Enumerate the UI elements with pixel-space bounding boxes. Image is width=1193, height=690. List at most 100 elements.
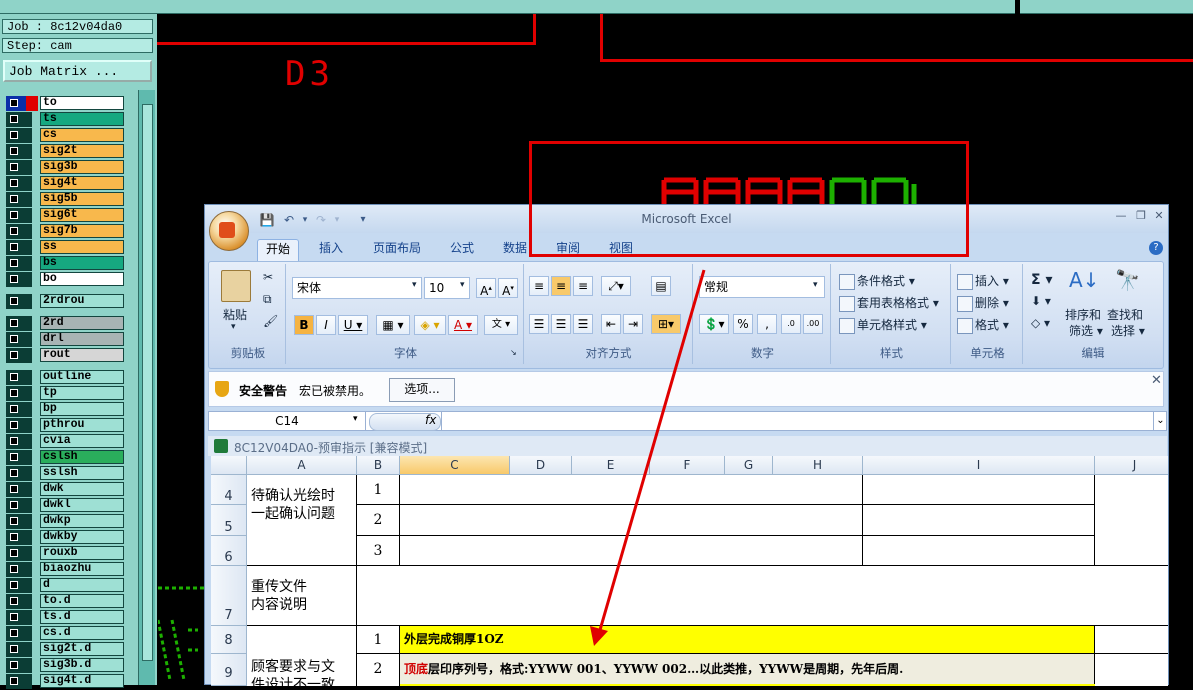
layer-row[interactable]: d [6,578,124,594]
cell-c8[interactable]: 外层完成铜厚1OZ [400,626,1095,654]
name-box-dropdown-icon[interactable]: ▾ [353,414,358,424]
layer-toggle-checkbox[interactable] [6,208,32,223]
layer-name[interactable]: ss [40,240,124,254]
layer-toggle-checkbox[interactable] [6,294,32,309]
align-left-icon[interactable]: ☰ [529,314,549,334]
font-dialog-launcher-icon[interactable]: ↘ [510,348,517,357]
layer-toggle-checkbox[interactable] [6,674,32,689]
select-all-corner[interactable] [211,456,247,475]
borders-icon[interactable]: ▦ ▾ [376,315,410,335]
cell-i5[interactable] [863,505,1095,536]
layer-row[interactable]: bo [6,272,124,288]
layer-row[interactable]: cs [6,128,124,144]
column-header-a[interactable]: A [247,456,357,475]
customize-toolbar-icon[interactable]: ▾ [355,212,371,228]
layer-toggle-checkbox[interactable] [6,610,32,625]
close-icon[interactable]: ✕ [1151,209,1167,223]
layer-toggle-checkbox[interactable] [6,240,32,255]
layer-name[interactable]: 2rd [40,316,124,330]
row-header-7[interactable]: 7 [211,566,247,626]
layer-row[interactable]: ts [6,112,124,128]
italic-icon[interactable]: I [316,315,336,335]
layer-scrollbar[interactable] [138,90,155,685]
merge-center-icon[interactable]: ⊞▾ [651,314,681,334]
find-select-label-1[interactable]: 查找和 [1107,306,1143,323]
redo-dropdown-icon[interactable]: ▾ [329,212,345,228]
phonetic-icon[interactable]: 文 ▾ [484,315,518,335]
layer-row[interactable]: sig4t.d [6,674,124,690]
layer-toggle-checkbox[interactable] [6,658,32,673]
layer-toggle-checkbox[interactable] [6,348,32,363]
cell-c5[interactable] [400,505,863,536]
layer-name[interactable]: pthrou [40,418,124,432]
column-header-c[interactable]: C [400,456,510,475]
layer-toggle-checkbox[interactable] [6,498,32,513]
layer-name[interactable]: ts.d [40,610,124,624]
layer-row[interactable]: ts.d [6,610,124,626]
layer-row[interactable]: bp [6,402,124,418]
layer-name[interactable]: sig5b [40,192,124,206]
layer-name[interactable]: sslsh [40,466,124,480]
layer-toggle-checkbox[interactable] [6,482,32,497]
layer-name[interactable]: cs [40,128,124,142]
layer-toggle-checkbox[interactable] [6,434,32,449]
layer-row[interactable]: cs.d [6,626,124,642]
layer-row[interactable]: rout [6,348,124,364]
layer-row[interactable]: 2rdrou [6,294,124,310]
bold-icon[interactable]: B [294,315,314,335]
column-header-i[interactable]: I [863,456,1095,475]
cell-b7[interactable] [357,566,1168,626]
align-middle-icon[interactable]: ≡ [551,276,571,296]
cell-c9[interactable]: 顶底层印序列号，格式:YYWW 001、YYWW 002…以此类推，YYWW是周… [400,654,1095,686]
layer-toggle-checkbox[interactable] [6,272,32,287]
layer-toggle-checkbox[interactable] [6,128,32,143]
row-header-5[interactable]: 5 [211,505,247,536]
insert-function-icon[interactable]: fx [425,413,436,427]
cut-icon[interactable]: ✂ [263,270,273,284]
layer-row[interactable]: dwkby [6,530,124,546]
cell-j4[interactable] [1095,475,1168,566]
layer-name[interactable]: 2rdrou [40,294,124,308]
layer-row[interactable]: to.d [6,594,124,610]
layer-toggle-checkbox[interactable] [6,402,32,417]
number-format-select[interactable]: 常规 [699,276,825,298]
layer-row[interactable]: sig2t [6,144,124,160]
layer-toggle-checkbox[interactable] [6,514,32,529]
layer-name[interactable]: sig4t.d [40,674,124,688]
layer-name[interactable]: to [40,96,124,110]
clear-icon[interactable]: ◇ ▾ [1031,316,1050,330]
cell-c4[interactable] [400,475,863,505]
layer-toggle-checkbox[interactable] [6,160,32,175]
column-header-g[interactable]: G [725,456,773,475]
row-header-9[interactable]: 9 [211,654,247,686]
layer-name[interactable]: bp [40,402,124,416]
decrease-indent-icon[interactable]: ⇤ [601,314,621,334]
layer-row[interactable]: ss [6,240,124,256]
layer-name[interactable]: dwkby [40,530,124,544]
delete-cells-button[interactable]: 删除 ▾ [957,294,1009,312]
layer-row[interactable]: biaozhu [6,562,124,578]
layer-row[interactable]: sig2t.d [6,642,124,658]
paste-button[interactable]: 粘贴 [223,306,247,323]
find-select-icon[interactable]: 🔭 [1115,268,1140,292]
undo-dropdown-icon[interactable]: ▾ [297,212,313,228]
layer-row[interactable]: drl [6,332,124,348]
fill-icon[interactable]: ⬇ ▾ [1031,294,1051,308]
layer-name[interactable]: cs.d [40,626,124,640]
layer-row[interactable]: to [6,96,124,112]
layer-name[interactable]: to.d [40,594,124,608]
layer-name[interactable]: d [40,578,124,592]
format-painter-icon[interactable]: 🖌 [263,314,278,328]
layer-row[interactable]: pthrou [6,418,124,434]
cell-i6[interactable] [863,536,1095,566]
row-header-6[interactable]: 6 [211,536,247,566]
layer-toggle-checkbox[interactable] [6,192,32,207]
layer-toggle-checkbox[interactable] [6,626,32,641]
layer-row[interactable]: sig5b [6,192,124,208]
layer-toggle-checkbox[interactable] [6,112,32,127]
fill-color-icon[interactable]: ◈ ▾ [414,315,446,335]
column-header-f[interactable]: F [650,456,725,475]
layer-toggle-checkbox[interactable] [6,562,32,577]
layer-name[interactable]: cvia [40,434,124,448]
sort-filter-label-1[interactable]: 排序和 [1065,306,1101,323]
